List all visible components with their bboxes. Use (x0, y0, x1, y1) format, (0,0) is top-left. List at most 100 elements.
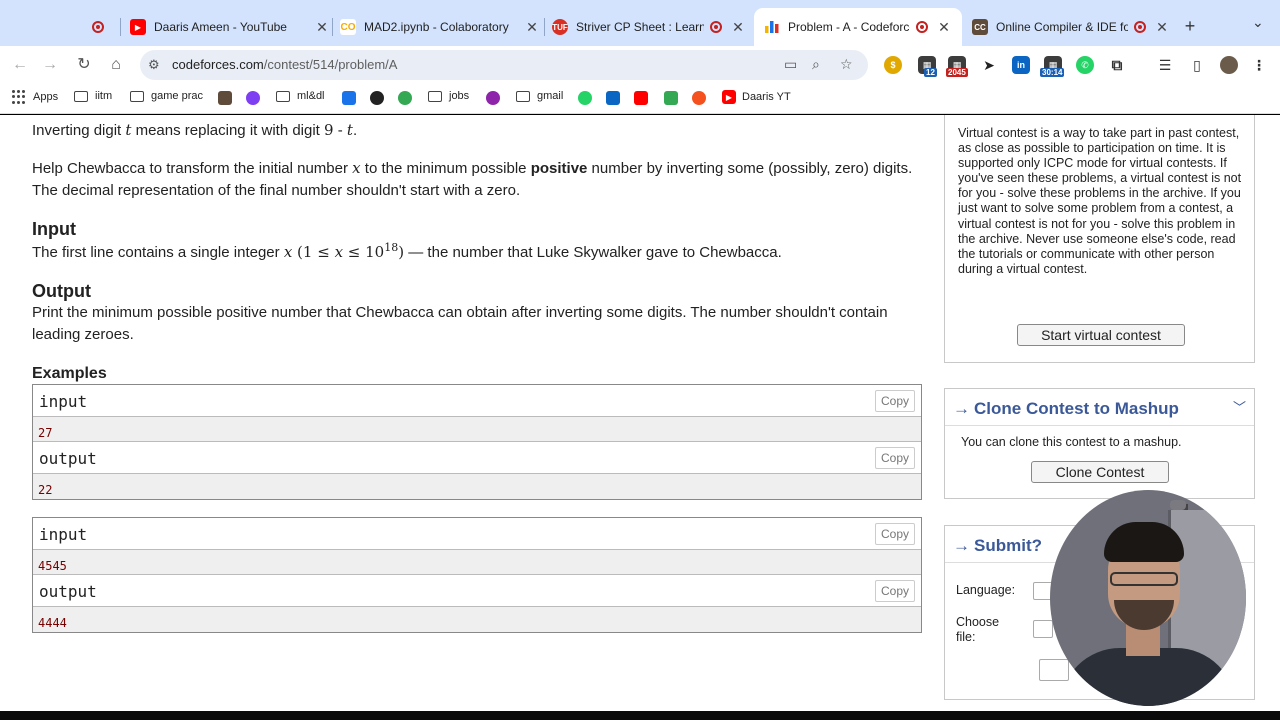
browser-toolbar: ← → ↻ ⌂ ⚙ codeforces.com/contest/514/pro… (0, 46, 1280, 84)
linkedin-icon[interactable]: in (1012, 56, 1030, 74)
sample-output-label: output (39, 582, 97, 601)
tab-striver[interactable]: TUF Striver CP Sheet : Learn C ✕ (552, 8, 746, 46)
apps-grid-icon (12, 90, 26, 104)
whatsapp-icon[interactable] (578, 91, 592, 105)
bookmark-daaris-yt[interactable]: ▶ Daaris YT (722, 90, 791, 104)
close-tab-icon[interactable]: ✕ (730, 19, 746, 36)
cc-icon[interactable] (218, 91, 232, 105)
bookmark-jobs[interactable]: jobs (428, 90, 469, 102)
bookmark-icon[interactable] (246, 91, 260, 105)
choose-file-input[interactable] (1033, 620, 1053, 638)
submit-button[interactable] (1039, 659, 1069, 681)
extension-icon[interactable]: $ (884, 56, 902, 74)
bookmark-ml-dl[interactable]: ml&dl (276, 90, 325, 102)
language-label: Language: (956, 583, 1016, 597)
bookmark-apps[interactable]: Apps (12, 90, 58, 104)
youtube-icon[interactable] (634, 91, 648, 105)
colab-icon: CO (340, 19, 356, 35)
folder-icon (130, 90, 144, 102)
bookmark-icon[interactable] (398, 91, 412, 105)
chevron-down-icon[interactable]: ⌄ (1252, 14, 1264, 31)
record-icon (916, 21, 928, 33)
input-spec: The first line contains a single integer… (32, 241, 782, 261)
clone-contest-text: You can clone this contest to a mashup. (961, 435, 1182, 449)
sample-input-label: input (39, 392, 88, 411)
choose-file-label: Choose file: (956, 615, 1000, 644)
bookmark-iitm[interactable]: iitm (74, 90, 112, 102)
camera-icon[interactable]: ▭ (784, 56, 797, 73)
reload-icon[interactable]: ↻ (74, 56, 94, 74)
bookmark-icon[interactable] (692, 91, 706, 105)
back-icon[interactable]: ← (10, 56, 30, 74)
sample-input-value: 4545 (38, 559, 67, 573)
examples-title: Examples (32, 365, 107, 382)
tab-title: MAD2.ipynb - Colaboratory (364, 20, 509, 34)
new-tab-icon[interactable]: + (1180, 16, 1200, 37)
folder-icon (516, 90, 530, 102)
submit-title[interactable]: → Submit? (953, 536, 1042, 556)
close-tab-icon[interactable]: ✕ (936, 19, 952, 36)
tab-online-compiler[interactable]: CC Online Compiler & IDE for ✕ (972, 8, 1170, 46)
media-icon[interactable]: ☰ (1156, 56, 1174, 74)
bookmark-icon[interactable] (486, 91, 500, 105)
bookmark-game-prac[interactable]: game prac (130, 90, 203, 102)
example-test: input Copy 4545 output Copy 4444 (32, 517, 922, 633)
arrow-right-icon: → (953, 536, 970, 555)
sidepanel-icon[interactable]: ▯ (1188, 56, 1206, 74)
bookmark-star-icon[interactable]: ☆ (840, 56, 853, 73)
virtual-contest-box: Virtual contest is a way to take part in… (944, 115, 1255, 363)
copy-button[interactable]: Copy (874, 580, 915, 602)
record-icon (710, 21, 722, 33)
calendar-icon[interactable] (342, 91, 356, 105)
virtual-contest-text: Virtual contest is a way to take part in… (958, 126, 1242, 276)
cc-icon: CC (972, 19, 988, 35)
sample-input-value: 27 (38, 426, 53, 440)
start-virtual-contest-button[interactable]: Start virtual contest (1017, 324, 1185, 346)
clone-contest-button[interactable]: Clone Contest (1031, 461, 1169, 483)
tab-title: Striver CP Sheet : Learn C (576, 20, 704, 34)
tab-recording[interactable] (86, 8, 120, 46)
tab-colab[interactable]: CO MAD2.ipynb - Colaboratory ✕ (340, 8, 540, 46)
chevron-down-icon[interactable]: ﹀ (1233, 397, 1246, 416)
tab-youtube[interactable]: ▶ Daaris Ameen - YouTube ✕ (130, 8, 330, 46)
close-tab-icon[interactable]: ✕ (524, 19, 540, 36)
menu-icon[interactable]: ⋮ (1250, 56, 1268, 74)
home-icon[interactable]: ⌂ (106, 56, 126, 74)
bookmarks-bar: Apps iitm game prac ml&dl jobs gmail ▶ D… (0, 84, 1280, 114)
cursor-icon[interactable]: ➤ (980, 56, 998, 74)
extension-badge: 2045 (946, 68, 968, 77)
url-text[interactable]: codeforces.com/contest/514/problem/A (172, 57, 397, 72)
extension-badge: 12 (924, 68, 937, 77)
codeforces-icon (764, 19, 780, 35)
avatar[interactable] (1220, 56, 1238, 74)
linkedin-icon[interactable] (606, 91, 620, 105)
whatsapp-icon[interactable]: ✆ (1076, 56, 1094, 74)
arrow-right-icon: → (953, 399, 970, 418)
sample-output-value: 4444 (38, 616, 67, 630)
folder-icon (276, 90, 290, 102)
site-settings-icon[interactable]: ⚙ (148, 57, 160, 73)
output-spec: Print the minimum possible positive numb… (32, 304, 888, 343)
tab-codeforces[interactable]: Problem - A - Codeforces ✕ (754, 8, 962, 46)
output-title: Output (32, 281, 91, 301)
address-bar[interactable]: ⚙ codeforces.com/contest/514/problem/A ▭… (140, 50, 868, 80)
record-icon (1134, 21, 1146, 33)
copy-button[interactable]: Copy (874, 523, 915, 545)
statement-paragraph: Help Chewbacca to transform the initial … (32, 159, 913, 199)
tab-title: Online Compiler & IDE for (996, 20, 1128, 34)
close-tab-icon[interactable]: ✕ (314, 19, 330, 36)
sheets-icon[interactable] (664, 91, 678, 105)
extension-badge: 30:14 (1040, 68, 1065, 77)
zoom-icon[interactable]: ⌕ (812, 56, 820, 73)
copy-button[interactable]: Copy (874, 390, 915, 412)
sample-output-value: 22 (38, 483, 53, 497)
forward-icon[interactable]: → (40, 56, 60, 74)
clone-contest-title[interactable]: → Clone Contest to Mashup (953, 399, 1179, 419)
puzzle-icon[interactable]: ⧉ (1108, 56, 1126, 74)
close-tab-icon[interactable]: ✕ (1154, 19, 1170, 36)
tab-bar: ▶ Daaris Ameen - YouTube ✕ CO MAD2.ipynb… (0, 0, 1280, 46)
bookmark-gmail[interactable]: gmail (516, 90, 563, 102)
copy-button[interactable]: Copy (874, 447, 915, 469)
screen-bottom-edge (0, 711, 1280, 720)
github-icon[interactable] (370, 91, 384, 105)
